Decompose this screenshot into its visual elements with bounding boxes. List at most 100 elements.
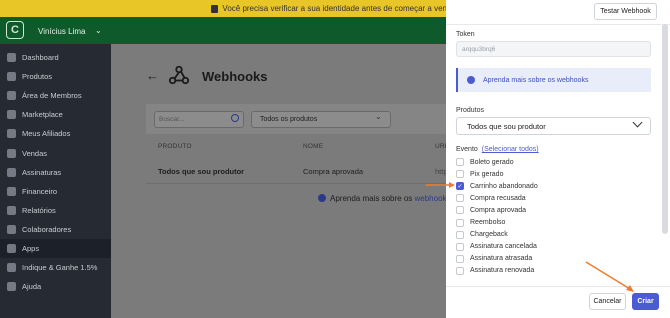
sidebar-item-relat-rios[interactable]: Relatórios [0,201,111,220]
event-checkbox-row[interactable]: ✓ Carrinho abandonado [456,181,538,191]
checkbox[interactable] [456,170,464,179]
sidebar-item-produtos[interactable]: Produtos [0,67,111,86]
chart-icon [7,149,16,158]
sidebar-item-apps[interactable]: Apps [0,239,111,258]
event-checkbox-row[interactable]: Reembolso [456,218,505,228]
page-title: Webhooks [202,69,268,84]
sidebar-item-label: Dashboard [22,53,59,62]
event-label: Pix gerado [470,170,504,178]
apps-icon [7,244,16,253]
sidebar-item-ajuda[interactable]: Ajuda [0,277,111,296]
checkbox-checked[interactable]: ✓ [456,182,464,191]
scrollbar[interactable] [662,24,668,234]
cancel-button[interactable]: Cancelar [589,293,626,310]
home-icon [7,53,16,62]
event-checkbox-row[interactable]: Pix gerado [456,169,503,179]
checkbox[interactable] [456,242,464,251]
event-checkbox-row[interactable]: Compra recusada [456,193,526,203]
evento-row: Evento (Selecionar todos) [456,146,539,153]
sidebar-item-assinaturas[interactable]: Assinaturas [0,163,111,182]
row-divider [146,183,446,184]
checkbox[interactable] [456,266,464,275]
table-cell-produto[interactable]: Todos que sou produtor [158,167,244,176]
user-name[interactable]: Vinícius Lima [38,27,85,36]
event-label: Carrinho abandonado [470,182,538,190]
checkbox[interactable] [456,206,464,215]
webhook-icon [168,65,190,85]
sidebar-item-meus-afiliados[interactable]: Meus Afiliados [0,124,111,143]
sidebar-item-marketplace[interactable]: Marketplace [0,105,111,124]
token-label: Token [456,31,475,38]
sidebar-item-label: Marketplace [22,110,63,119]
app-logo-icon[interactable]: C [6,21,24,39]
event-label: Compra recusada [470,194,526,202]
event-checkbox-row[interactable]: Assinatura atrasada [456,254,532,264]
event-checkbox-row[interactable]: Assinatura cancelada [456,242,537,252]
produtos-select[interactable]: Todos que sou produtor [456,117,651,135]
sidebar-item-label: Relatórios [22,206,56,215]
learn-more-label: Aprenda mais sobre os [330,194,413,203]
event-label: Assinatura cancelada [470,243,537,251]
sidebar-item-indique-ganhe-1-5[interactable]: Indique & Ganhe 1.5% [0,258,111,277]
help-circle-icon [318,194,326,202]
event-checkbox-row[interactable]: Assinatura renovada [456,266,534,276]
event-label: Boleto gerado [470,158,514,166]
chevron-down-icon[interactable]: ⌄ [375,112,382,121]
event-label: Reembolso [470,219,506,226]
event-label: Assinatura atrasada [470,255,533,263]
sidebar-item-dashboard[interactable]: Dashboard [0,48,111,67]
product-filter-select[interactable]: Todos os produtos [251,111,391,128]
help-icon [7,282,16,291]
info-box: Aprenda mais sobre os webhooks [456,68,651,92]
create-button[interactable]: Criar [632,293,659,310]
sidebar-item-financeiro[interactable]: Financeiro [0,182,111,201]
sidebar-item-label: Apps [22,244,40,253]
sidebar-item-label: Financeiro [22,187,58,196]
document-icon [211,4,219,13]
help-circle-icon [467,76,475,84]
search-icon[interactable] [231,114,239,122]
sidebar-item-colaboradores[interactable]: Colaboradores [0,220,111,239]
divider [446,24,670,25]
sidebar-item--rea-de-membros[interactable]: Área de Membros [0,86,111,105]
table-cell-nome: Compra aprovada [303,167,364,176]
banner-text: Você precisa verificar a sua identidade … [222,4,459,13]
team-icon [7,225,16,234]
checkbox[interactable] [456,194,464,203]
sidebar-item-label: Ajuda [22,282,42,291]
token-field: arqqu3brq6 [456,41,651,57]
users-icon [7,129,16,138]
info-link[interactable]: Aprenda mais sobre os webhooks [483,77,588,84]
gift-icon [7,263,16,272]
store-icon [7,110,16,119]
sidebar-item-label: Área de Membros [22,91,82,100]
chevron-down-icon[interactable]: ⌄ [95,26,102,35]
sidebar-item-vendas[interactable]: Vendas [0,144,111,163]
event-checkbox-row[interactable]: Chargeback [456,230,508,240]
graduation-icon [7,91,16,100]
back-arrow-icon[interactable]: ← [146,68,159,83]
column-header-produto: PRODUTO [158,143,192,150]
checkbox[interactable] [456,254,464,263]
column-header-nome: NOME [303,143,324,150]
divider [446,286,670,287]
sidebar-item-label: Assinaturas [22,168,62,177]
event-checkbox-row[interactable]: Boleto gerado [456,157,514,167]
event-label: Compra aprovada [470,206,527,214]
event-label: Chargeback [470,231,508,239]
checkbox[interactable] [456,158,464,166]
checkbox[interactable] [456,230,464,239]
event-label: Assinatura renovada [470,267,535,275]
checkbox[interactable] [456,218,464,227]
repeat-icon [7,168,16,177]
select-all-link[interactable]: (Selecionar todos) [482,146,539,153]
learn-more-text: Aprenda mais sobre os webhooks [318,194,451,203]
box-icon [7,72,16,81]
report-icon [7,206,16,215]
evento-label: Evento [456,146,478,153]
produtos-label: Produtos [456,107,485,114]
sidebar-item-label: Vendas [22,149,48,158]
sidebar-item-label: Colaboradores [22,225,72,234]
test-webhook-button[interactable]: Testar Webhook [594,3,657,20]
event-checkbox-row[interactable]: Compra aprovada [456,205,526,215]
